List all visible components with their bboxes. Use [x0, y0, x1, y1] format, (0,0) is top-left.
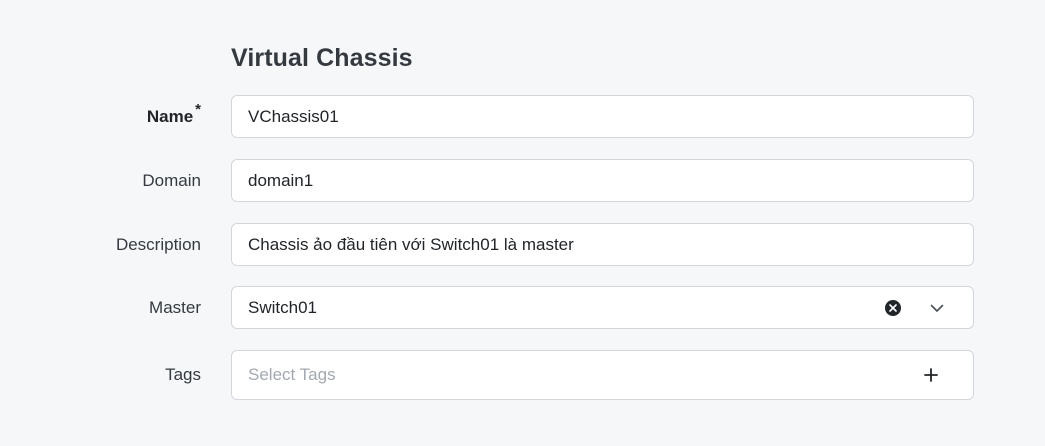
name-row: Name * VChassis01	[0, 95, 1045, 138]
domain-label: Domain	[142, 170, 201, 190]
section-title: Virtual Chassis	[231, 44, 413, 72]
description-row: Description Chassis ảo đầu tiên với Swit…	[0, 223, 1045, 266]
master-label-wrap: Master	[0, 298, 231, 318]
chevron-down-icon[interactable]	[929, 300, 945, 316]
domain-input-value: domain1	[248, 170, 314, 190]
master-row: Master Switch01	[0, 286, 1045, 329]
tags-select[interactable]: Select Tags	[231, 350, 974, 400]
plus-glyph	[924, 368, 938, 382]
domain-row: Domain domain1	[0, 159, 1045, 202]
name-input[interactable]: VChassis01	[231, 95, 974, 138]
domain-input[interactable]: domain1	[231, 159, 974, 202]
tags-label: Tags	[165, 365, 201, 384]
master-label: Master	[149, 297, 201, 317]
description-input[interactable]: Chassis ảo đầu tiên với Switch01 là mast…	[231, 223, 974, 266]
tags-row: Tags Select Tags	[0, 350, 1045, 400]
description-label-wrap: Description	[0, 235, 231, 255]
required-star: *	[195, 100, 201, 118]
description-label: Description	[115, 234, 201, 254]
virtual-chassis-form: Virtual Chassis Name * VChassis01 Domain…	[0, 0, 1045, 446]
chevron-down-glyph	[930, 304, 944, 312]
domain-label-wrap: Domain	[0, 171, 231, 191]
name-label-wrap: Name *	[0, 101, 231, 127]
description-input-value: Chassis ảo đầu tiên với Switch01 là mast…	[248, 234, 574, 254]
master-select[interactable]: Switch01	[231, 286, 974, 329]
tags-label-wrap: Tags	[0, 365, 231, 385]
x-circle-icon[interactable]	[885, 299, 901, 316]
name-label: Name	[146, 106, 194, 126]
master-select-value: Switch01	[248, 297, 317, 317]
plus-icon[interactable]	[923, 367, 939, 383]
name-input-value: VChassis01	[248, 106, 339, 126]
tags-placeholder: Select Tags	[248, 365, 336, 384]
x-mark-glyph	[889, 303, 897, 312]
